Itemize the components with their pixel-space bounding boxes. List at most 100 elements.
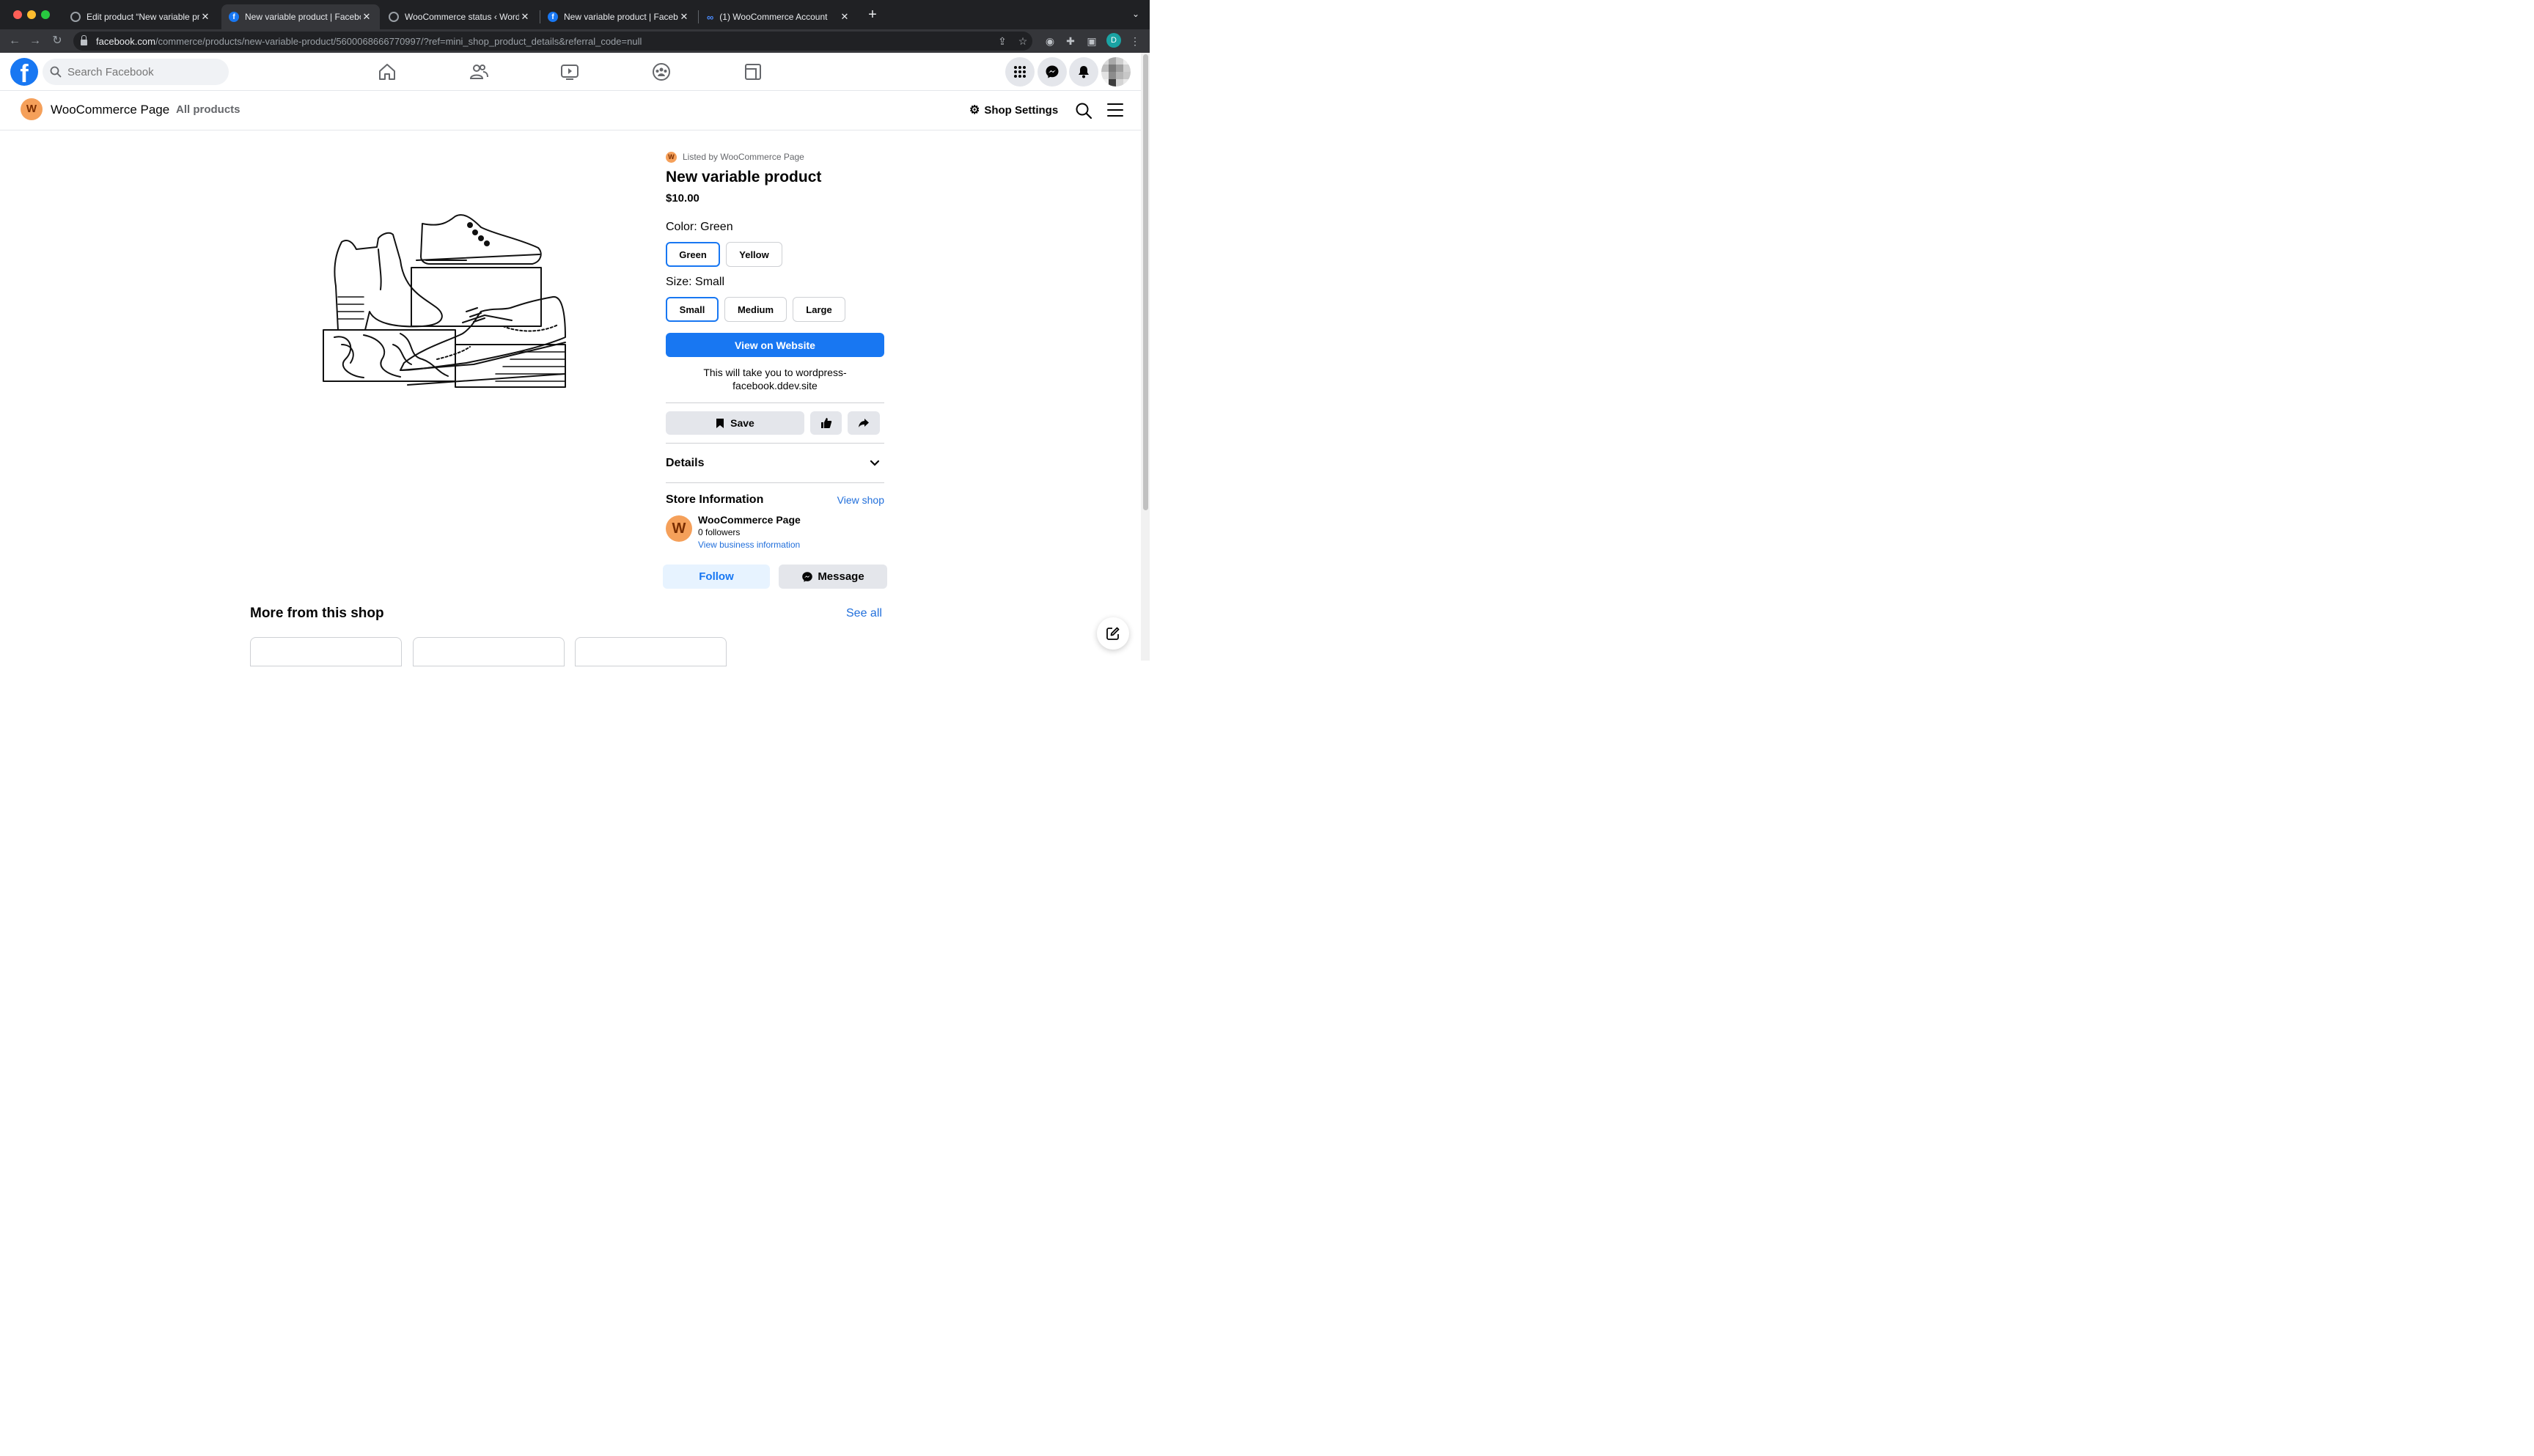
close-icon[interactable]: ✕ bbox=[678, 11, 690, 23]
gear-icon: ⚙ bbox=[969, 104, 980, 117]
share-icon[interactable]: ⇪ bbox=[995, 34, 1010, 48]
bookmark-star-icon[interactable]: ☆ bbox=[1016, 34, 1030, 48]
product-title: New variable product bbox=[666, 169, 822, 185]
grid-icon bbox=[1014, 66, 1026, 78]
messenger-icon bbox=[802, 571, 813, 582]
close-icon[interactable]: ✕ bbox=[361, 11, 372, 23]
product-card[interactable] bbox=[413, 637, 565, 666]
tab-title: WooCommerce status ‹ WordP bbox=[405, 12, 519, 22]
new-tab-button[interactable]: + bbox=[865, 7, 880, 22]
close-icon[interactable]: ✕ bbox=[519, 11, 531, 23]
url-host: facebook.com bbox=[96, 35, 155, 47]
search-input[interactable] bbox=[67, 65, 214, 78]
more-vertical-icon[interactable]: ⋮ bbox=[1128, 34, 1142, 48]
close-icon[interactable]: ✕ bbox=[199, 11, 211, 23]
browser-tab-4[interactable]: f New variable product | Facebo ✕ bbox=[540, 4, 697, 29]
facebook-header: f bbox=[0, 53, 1141, 91]
close-window-button[interactable] bbox=[13, 10, 22, 19]
browser-tab-5[interactable]: ∞ (1) WooCommerce Account ✕ bbox=[699, 4, 858, 29]
url-text: facebook.com/commerce/products/new-varia… bbox=[96, 36, 642, 47]
tab-search-chevron-icon[interactable]: ⌄ bbox=[1132, 9, 1139, 19]
friends-icon[interactable] bbox=[469, 62, 489, 82]
browser-tab-1[interactable]: Edit product “New variable pro ✕ bbox=[63, 4, 218, 29]
product-card[interactable] bbox=[575, 637, 727, 666]
color-option-yellow[interactable]: Yellow bbox=[726, 242, 782, 267]
search-icon bbox=[50, 66, 62, 78]
browser-toolbar: ← → ↻ facebook.com/commerce/products/new… bbox=[0, 29, 1150, 53]
notifications-button[interactable] bbox=[1069, 57, 1098, 87]
seller-avatar: W bbox=[666, 151, 677, 163]
listed-by-text[interactable]: Listed by WooCommerce Page bbox=[683, 152, 804, 162]
side-panel-icon[interactable]: ▣ bbox=[1084, 34, 1099, 48]
puzzle-icon[interactable]: ✚ bbox=[1063, 34, 1078, 48]
search-box[interactable] bbox=[43, 59, 229, 85]
all-products-link[interactable]: All products bbox=[176, 103, 240, 116]
see-all-link[interactable]: See all bbox=[846, 607, 882, 620]
size-option-medium[interactable]: Medium bbox=[724, 297, 787, 322]
facebook-logo[interactable]: f bbox=[10, 58, 38, 86]
close-icon[interactable]: ✕ bbox=[839, 11, 851, 23]
address-bar[interactable]: facebook.com/commerce/products/new-varia… bbox=[73, 32, 1032, 51]
shop-header: W WooCommerce Page All products ⚙ Shop S… bbox=[0, 91, 1141, 130]
profile-avatar[interactable]: D bbox=[1106, 33, 1121, 48]
follow-button[interactable]: Follow bbox=[663, 565, 770, 589]
menu-grid-button[interactable] bbox=[1005, 57, 1035, 87]
shop-name[interactable]: WooCommerce Page bbox=[51, 103, 169, 117]
globe-icon bbox=[389, 12, 399, 22]
bookmark-icon bbox=[716, 418, 724, 428]
store-followers: 0 followers bbox=[698, 527, 741, 537]
new-message-button[interactable] bbox=[1097, 617, 1129, 650]
color-options: Green Yellow bbox=[666, 242, 884, 267]
size-option-small[interactable]: Small bbox=[666, 297, 719, 322]
thumbs-up-icon bbox=[820, 418, 831, 428]
view-shop-link[interactable]: View shop bbox=[837, 494, 884, 506]
product-image[interactable] bbox=[320, 209, 569, 392]
scrollbar-thumb[interactable] bbox=[1143, 54, 1148, 510]
store-name[interactable]: WooCommerce Page bbox=[698, 514, 801, 526]
watch-icon[interactable] bbox=[559, 62, 580, 82]
share-button[interactable] bbox=[848, 411, 880, 435]
maximize-window-button[interactable] bbox=[41, 10, 50, 19]
store-actions: Follow Message bbox=[663, 565, 887, 589]
store-info-title: Store Information bbox=[666, 493, 764, 506]
message-button[interactable]: Message bbox=[779, 565, 887, 589]
browser-tab-3[interactable]: WooCommerce status ‹ WordP ✕ bbox=[381, 4, 538, 29]
view-business-info-link[interactable]: View business information bbox=[698, 540, 801, 550]
chevron-down-icon bbox=[870, 460, 880, 466]
size-options: Small Medium Large bbox=[666, 297, 884, 322]
color-label: Color: Green bbox=[666, 221, 733, 233]
back-arrow-icon[interactable]: ← bbox=[7, 34, 22, 48]
size-option-large[interactable]: Large bbox=[793, 297, 845, 322]
hamburger-menu-icon[interactable] bbox=[1107, 103, 1123, 117]
shop-avatar[interactable]: W bbox=[21, 98, 43, 120]
details-toggle[interactable]: Details bbox=[666, 446, 884, 481]
browser-tab-2[interactable]: f New variable product | Facebo ✕ bbox=[221, 4, 380, 29]
home-icon[interactable] bbox=[377, 62, 397, 82]
tab-title: (1) WooCommerce Account bbox=[719, 12, 828, 22]
gaming-icon[interactable] bbox=[743, 62, 763, 82]
shop-settings-button[interactable]: ⚙ Shop Settings bbox=[969, 103, 1058, 117]
tab-title: New variable product | Facebo bbox=[564, 12, 678, 22]
facebook-icon: f bbox=[229, 12, 239, 22]
globe-icon bbox=[70, 12, 81, 22]
minimize-window-button[interactable] bbox=[27, 10, 36, 19]
search-icon[interactable] bbox=[1075, 102, 1092, 120]
account-avatar[interactable] bbox=[1101, 57, 1131, 87]
page-scrollbar[interactable] bbox=[1141, 53, 1150, 661]
divider bbox=[666, 402, 884, 403]
details-label: Details bbox=[666, 457, 705, 469]
reload-icon[interactable]: ↻ bbox=[50, 34, 65, 48]
share-arrow-icon bbox=[859, 419, 869, 427]
save-label: Save bbox=[730, 417, 754, 429]
url-path: /commerce/products/new-variable-product/… bbox=[155, 35, 642, 47]
product-card[interactable] bbox=[250, 637, 402, 666]
like-button[interactable] bbox=[810, 411, 842, 435]
messenger-button[interactable] bbox=[1038, 57, 1067, 87]
extension-icon[interactable]: ◉ bbox=[1043, 34, 1057, 48]
view-on-website-button[interactable]: View on Website bbox=[666, 333, 884, 357]
forward-arrow-icon[interactable]: → bbox=[28, 34, 43, 48]
save-button[interactable]: Save bbox=[666, 411, 804, 435]
groups-icon[interactable] bbox=[651, 62, 672, 82]
store-avatar[interactable]: W bbox=[666, 515, 692, 542]
color-option-green[interactable]: Green bbox=[666, 242, 720, 267]
